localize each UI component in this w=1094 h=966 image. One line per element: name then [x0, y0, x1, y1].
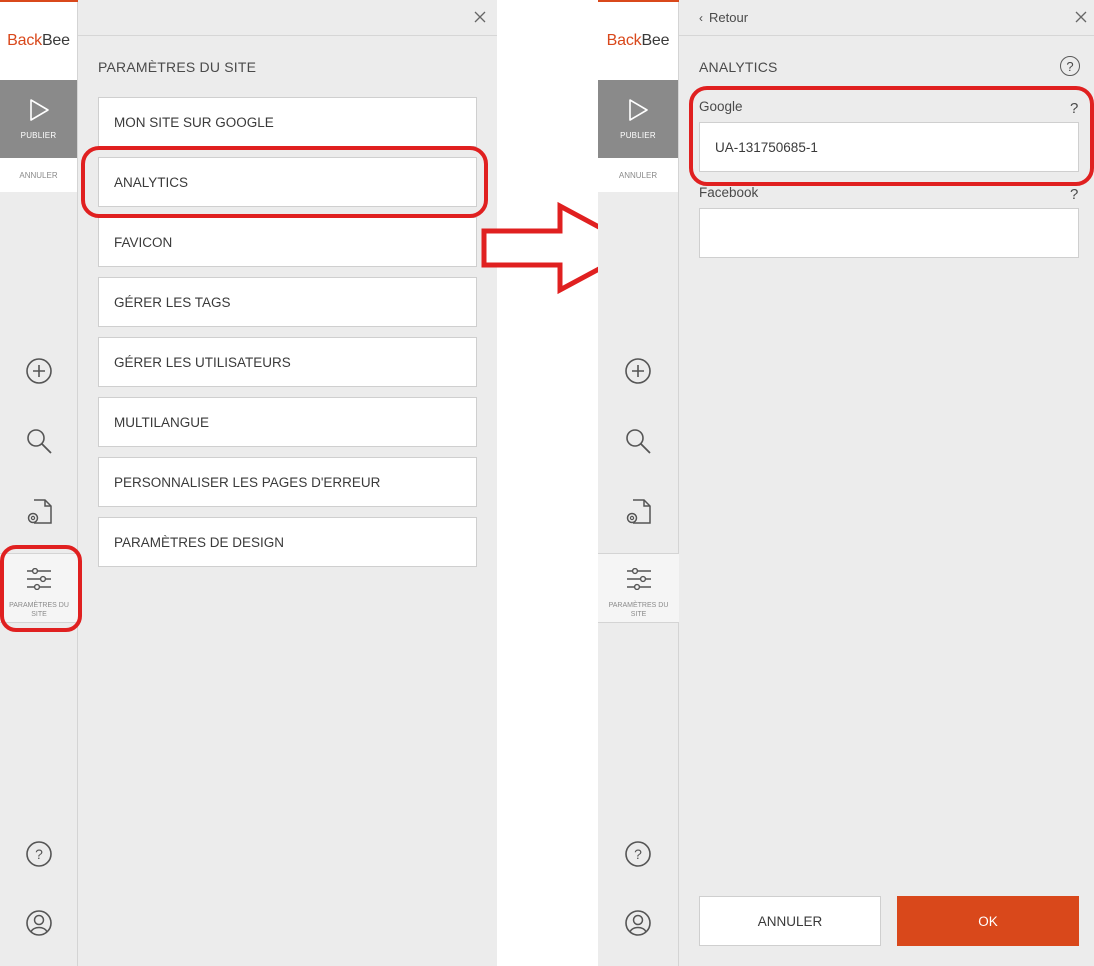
page-settings-button[interactable] — [598, 497, 678, 532]
left-rail: BackBee PUBLIER ANNULER PARAMÈTRES DU SI… — [0, 0, 78, 966]
publish-button[interactable]: PUBLIER — [598, 80, 678, 158]
menu-item-label: MON SITE SUR GOOGLE — [114, 114, 274, 130]
svg-text:?: ? — [35, 846, 43, 862]
sliders-icon — [26, 567, 52, 595]
account-button[interactable] — [598, 909, 678, 942]
logo-part-back: Back — [606, 32, 642, 49]
panel-title: PARAMÈTRES DU SITE — [98, 59, 257, 75]
help-icon: ? — [624, 840, 652, 873]
help-button[interactable]: ? — [0, 840, 77, 873]
user-icon — [624, 909, 652, 942]
analytics-panel: ‹ Retour ANALYTICS ? Google ? UA-13175068… — [679, 0, 1094, 966]
ok-button-label: OK — [978, 913, 998, 929]
transition-gap — [497, 0, 598, 966]
cancel-rail-button[interactable]: ANNULER — [0, 158, 77, 192]
add-content-button[interactable] — [598, 357, 678, 390]
logo-part-back: Back — [7, 32, 42, 49]
logo-part-bee: Bee — [41, 32, 70, 49]
account-button[interactable] — [0, 909, 77, 942]
google-field-label: Google — [699, 99, 743, 114]
menu-item-design[interactable]: PARAMÈTRES DE DESIGN — [98, 517, 477, 567]
facebook-pixel-input[interactable] — [699, 208, 1079, 258]
menu-item-error-pages[interactable]: PERSONNALISER LES PAGES D'ERREUR — [98, 457, 477, 507]
user-icon — [25, 909, 53, 942]
publish-button[interactable]: PUBLIER — [0, 80, 77, 158]
menu-item-analytics[interactable]: ANALYTICS — [98, 157, 477, 207]
menu-item-tags[interactable]: GÉRER LES TAGS — [98, 277, 477, 327]
menu-item-label: GÉRER LES TAGS — [114, 294, 231, 310]
ok-button[interactable]: OK — [897, 896, 1079, 946]
publish-label: PUBLIER — [620, 131, 656, 140]
google-help-icon[interactable]: ? — [1070, 100, 1078, 117]
panel-header — [78, 0, 497, 36]
help-icon: ? — [25, 840, 53, 873]
cancel-rail-label: ANNULER — [19, 170, 58, 180]
menu-item-multilanguage[interactable]: MULTILANGUE — [98, 397, 477, 447]
menu-item-favicon[interactable]: FAVICON — [98, 217, 477, 267]
menu-item-label: PERSONNALISER LES PAGES D'ERREUR — [114, 474, 381, 490]
play-icon — [627, 98, 649, 127]
cancel-rail-button[interactable]: ANNULER — [598, 158, 678, 192]
file-settings-icon — [24, 497, 54, 532]
search-icon — [624, 427, 652, 460]
right-rail: BackBee PUBLIER ANNULER PARAMÈTRES DU SI… — [598, 0, 679, 966]
site-settings-panel: PARAMÈTRES DU SITE MON SITE SUR GOOGLE A… — [78, 0, 497, 966]
help-button[interactable]: ? — [598, 840, 678, 873]
add-content-button[interactable] — [0, 357, 77, 390]
menu-item-label: PARAMÈTRES DE DESIGN — [114, 534, 285, 550]
plus-circle-icon — [25, 357, 53, 390]
cancel-rail-label: ANNULER — [618, 170, 658, 180]
page-settings-button[interactable] — [0, 497, 77, 532]
logo-part-bee: Bee — [641, 32, 670, 49]
facebook-field-label: Facebook — [699, 185, 759, 200]
back-label: Retour — [709, 10, 749, 25]
close-icon[interactable] — [1074, 10, 1088, 24]
facebook-help-icon[interactable]: ? — [1070, 186, 1078, 203]
chevron-left-icon: ‹ — [699, 11, 703, 25]
help-glyph: ? — [1066, 58, 1074, 74]
brand-logo[interactable]: BackBee — [0, 2, 77, 80]
cancel-button-label: ANNULER — [757, 913, 823, 929]
site-settings-rail-label: PARAMÈTRES DU SITE — [9, 602, 69, 618]
menu-item-label: MULTILANGUE — [114, 414, 210, 430]
panel-header: ‹ Retour — [679, 0, 1094, 36]
publish-label: PUBLIER — [20, 131, 57, 140]
google-analytics-input[interactable]: UA-131750685-1 — [699, 122, 1079, 172]
menu-item-label: ANALYTICS — [114, 174, 189, 190]
close-icon[interactable] — [473, 10, 487, 24]
search-button[interactable] — [598, 427, 678, 460]
play-icon — [28, 98, 50, 127]
help-circle-icon[interactable]: ? — [1060, 56, 1080, 76]
back-link[interactable]: ‹ Retour — [699, 10, 748, 25]
search-icon — [25, 427, 53, 460]
site-settings-rail-button[interactable]: PARAMÈTRES DU SITE — [0, 553, 78, 623]
menu-item-users[interactable]: GÉRER LES UTILISATEURS — [98, 337, 477, 387]
file-settings-icon — [623, 497, 653, 532]
cancel-button[interactable]: ANNULER — [699, 896, 881, 946]
menu-item-label: FAVICON — [114, 234, 173, 250]
svg-text:?: ? — [634, 846, 642, 862]
site-settings-rail-button[interactable]: PARAMÈTRES DU SITE — [598, 553, 679, 623]
menu-item-label: GÉRER LES UTILISATEURS — [114, 354, 291, 370]
menu-item-google[interactable]: MON SITE SUR GOOGLE — [98, 97, 477, 147]
search-button[interactable] — [0, 427, 77, 460]
sliders-icon — [626, 567, 652, 595]
brand-logo[interactable]: BackBee — [598, 2, 678, 80]
plus-circle-icon — [624, 357, 652, 390]
panel-title: ANALYTICS — [699, 59, 778, 75]
site-settings-rail-label: PARAMÈTRES DU SITE — [608, 602, 669, 618]
